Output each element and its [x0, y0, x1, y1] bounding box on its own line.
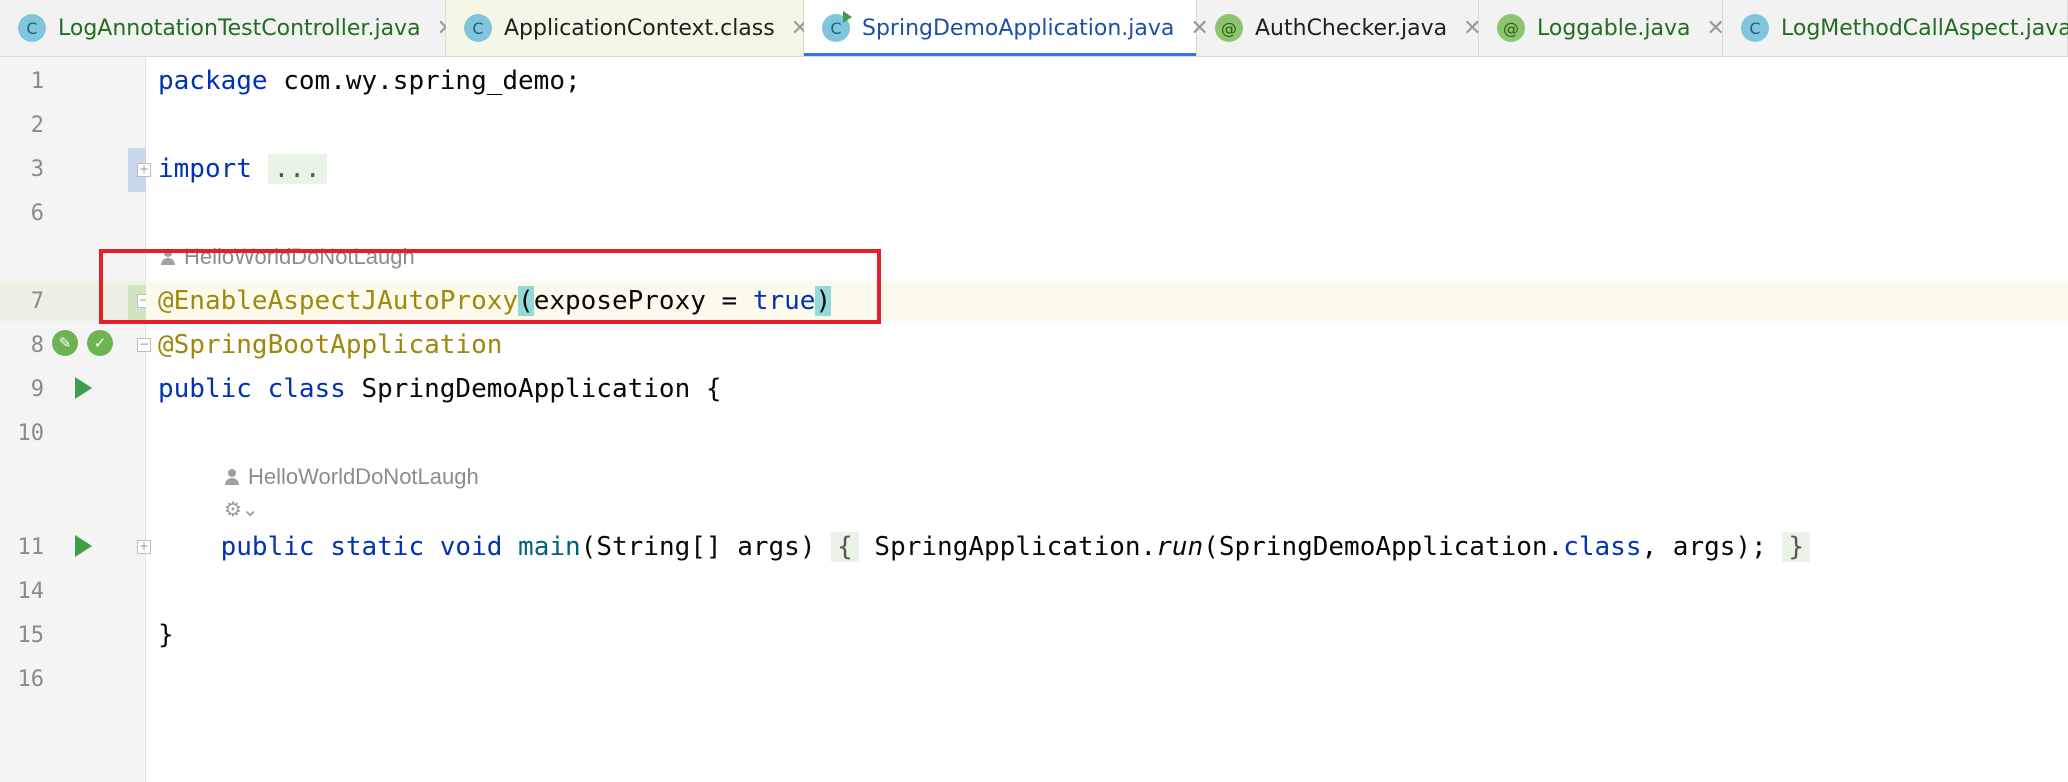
line-number: 14: [17, 579, 45, 604]
tab-label: Loggable.java: [1537, 15, 1691, 41]
spring-bean-check-icon[interactable]: ✓: [87, 330, 113, 356]
code-line-1: package com.wy.spring_demo;: [158, 63, 581, 99]
keyword: public static void: [220, 532, 503, 562]
run-icon[interactable]: [75, 377, 92, 399]
annotation-highlight-box: [99, 249, 881, 324]
folded-brace[interactable]: {: [831, 532, 859, 562]
author-hint[interactable]: HelloWorldDoNotLaugh: [224, 464, 479, 490]
tab-loggable[interactable]: @ Loggable.java ✕: [1479, 0, 1725, 56]
line-number: 11: [17, 535, 45, 560]
folded-imports[interactable]: ...: [267, 154, 327, 184]
closing-brace: }: [158, 620, 174, 650]
call-class: SpringApplication.: [858, 532, 1157, 562]
editor-gutter: 1 2 3 6 7 8 9 10 11 14 15 16 + − − + ✎ ✓: [0, 57, 151, 782]
tab-auth-checker[interactable]: @ AuthChecker.java ✕: [1197, 0, 1482, 56]
keyword: public class: [158, 374, 346, 404]
class-declaration: SpringDemoApplication {: [345, 374, 722, 404]
tab-label: LogAnnotationTestController.java: [58, 15, 421, 41]
annotation-icon: @: [1497, 14, 1525, 42]
line-number: 8: [30, 333, 44, 358]
line-number: 10: [17, 421, 45, 446]
keyword: import: [158, 154, 252, 184]
user-icon: [224, 468, 240, 486]
keyword: package: [158, 66, 268, 96]
tab-log-method-call-aspect[interactable]: C LogMethodCallAspect.java: [1723, 0, 2068, 56]
annotation-icon: @: [1215, 14, 1243, 42]
call-method: run: [1156, 532, 1204, 562]
package-name: com.wy.spring_demo;: [267, 66, 581, 96]
class-icon: C: [18, 14, 46, 42]
tab-log-annotation-test-controller[interactable]: C LogAnnotationTestController.java ✕: [0, 0, 455, 56]
tab-label: SpringDemoApplication.java: [862, 15, 1175, 41]
line-number: 7: [30, 289, 44, 314]
keyword: class: [1563, 532, 1642, 562]
run-icon[interactable]: [75, 535, 92, 557]
annotation: @SpringBootApplication: [158, 330, 503, 360]
line-number: 6: [30, 201, 44, 226]
class-icon: C: [1741, 14, 1769, 42]
method-name: main: [518, 532, 581, 562]
tab-spring-demo-application[interactable]: C SpringDemoApplication.java ✕: [804, 0, 1209, 56]
author-name: HelloWorldDoNotLaugh: [248, 464, 479, 489]
code-line-9: public class SpringDemoApplication {: [158, 371, 722, 407]
tab-label: AuthChecker.java: [1255, 15, 1448, 41]
code-vision-icon[interactable]: ⚙⌄: [224, 497, 259, 521]
line-number: 15: [17, 623, 45, 648]
line-number: 16: [17, 667, 45, 692]
line-number: 1: [30, 69, 44, 94]
code-line-11: public static void main(String[] args) {…: [158, 529, 1811, 565]
code-line-15: }: [158, 617, 174, 653]
runnable-class-icon: C: [822, 11, 852, 42]
code-line-3: import ...: [158, 151, 327, 187]
line-number: 3: [30, 157, 44, 182]
call-args: (SpringDemoApplication.: [1203, 532, 1564, 562]
line-number: 2: [30, 113, 44, 138]
spring-bean-icon[interactable]: ✎: [52, 330, 78, 356]
tab-application-context[interactable]: C ApplicationContext.class ✕: [446, 0, 809, 56]
tab-label: LogMethodCallAspect.java: [1781, 15, 2068, 41]
class-icon: C: [464, 14, 492, 42]
folded-brace[interactable]: }: [1782, 532, 1811, 562]
code-line-8: @SpringBootApplication: [158, 327, 502, 363]
line-number: 9: [30, 377, 44, 402]
editor-tab-bar: C LogAnnotationTestController.java ✕ C A…: [0, 0, 2068, 57]
code-editor[interactable]: package com.wy.spring_demo; import ... H…: [146, 57, 2068, 782]
method-params: (String[] args): [580, 532, 832, 562]
call-args-rest: , args);: [1641, 532, 1783, 562]
tab-label: ApplicationContext.class: [504, 15, 775, 41]
